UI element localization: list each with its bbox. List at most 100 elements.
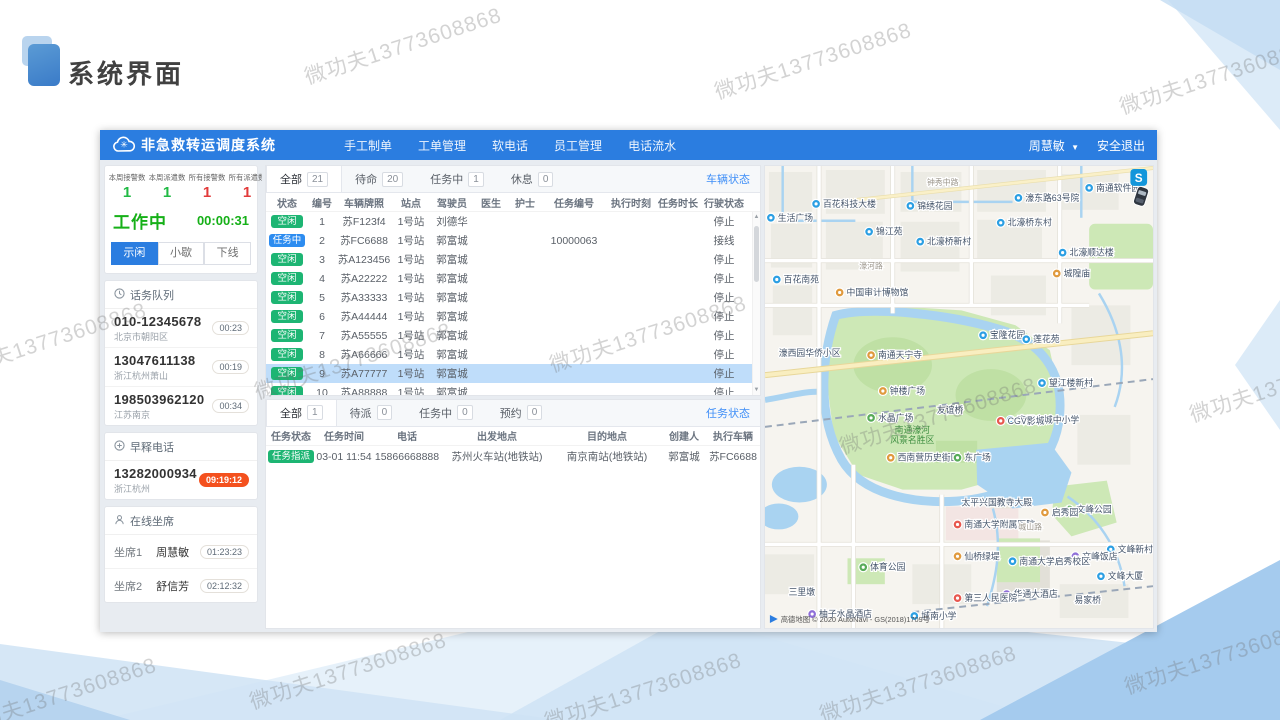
map-label: 太平兴国教寺大殿 [961, 496, 1032, 507]
tab-全部[interactable]: 全部21 [266, 166, 342, 192]
list-item[interactable]: 13047611138浙江杭州萧山00:19 [105, 348, 257, 387]
list-item[interactable]: 13282000934浙江杭州09:19:12 [105, 461, 257, 499]
menu-item-4[interactable]: 员工管理 [554, 137, 602, 154]
decoration-triangle [1160, 0, 1280, 70]
agent-row[interactable]: 坐席1周慧敏01:23:23 [105, 535, 257, 569]
cell-station: 1号站 [392, 214, 430, 229]
map-label: 文峰新村 [1118, 543, 1153, 554]
tab-待派[interactable]: 待派 0 [337, 400, 407, 426]
task-status-link[interactable]: 任务状态 [706, 405, 760, 421]
cell-driver: 刘德华 [430, 214, 474, 229]
tab-待命[interactable]: 待命20 [342, 166, 417, 192]
status-button-示闲[interactable]: 示闲 [111, 242, 158, 265]
tab-label: 待派 [350, 405, 372, 421]
cell-no: 5 [308, 292, 336, 304]
decoration-triangle [0, 625, 560, 720]
table-row[interactable]: 空闲6苏A444441号站郭富城停止 [266, 307, 760, 326]
scrollbar-thumb[interactable] [754, 226, 759, 282]
cell-plate: 苏A44444 [336, 309, 392, 324]
column-header: 任务状态 [266, 428, 316, 443]
list-item[interactable]: 198503962120江苏南京00:34 [105, 387, 257, 425]
cell-status: 空闲 [266, 367, 308, 381]
agent-name: 周慧敏 [156, 544, 189, 560]
tab-休息[interactable]: 休息0 [498, 166, 568, 192]
user-name: 周慧敏 [1029, 139, 1065, 153]
cell-driver: 郭富城 [430, 366, 474, 381]
cell-status: 空闲 [266, 291, 308, 305]
tab-任务中[interactable]: 任务中1 [417, 166, 498, 192]
cell-driver: 郭富城 [430, 252, 474, 267]
table-row[interactable]: 空闲10苏A888881号站郭富城停止 [266, 383, 760, 395]
stat-label: 所有接警数 [189, 172, 226, 182]
map-label: 宝隆花园 [990, 329, 1025, 340]
column-header: 创建人 [662, 428, 706, 443]
cell-station: 1号站 [392, 347, 430, 362]
column-header: 目的地点 [552, 428, 662, 443]
map-label: 濠东路63号院 [1025, 192, 1079, 203]
column-header: 状态 [266, 195, 308, 210]
table-row[interactable]: 空闲8苏A666661号站郭富城停止 [266, 345, 760, 364]
column-header: 电话 [372, 428, 442, 443]
cell-station: 1号站 [392, 328, 430, 343]
table-row[interactable]: 任务中2苏FC66881号站郭富城10000063接线 [266, 231, 760, 250]
status-button-下线[interactable]: 下线 [204, 242, 251, 265]
app-window: ✳ 非急救转运调度系统 手工制单工单管理软电话员工管理电话流水 周慧敏 ▼ 安全… [100, 130, 1157, 632]
scroll-down-arrow[interactable]: ▼ [753, 385, 760, 395]
menu-item-3[interactable]: 软电话 [492, 137, 528, 154]
call-queue-card: 话务队列 010-12345678北京市朝阳区00:2313047611138浙… [104, 280, 258, 426]
cell-driver: 郭富城 [430, 271, 474, 286]
watermark: 微功夫13773608868 [300, 0, 505, 91]
column-header: 医生 [474, 195, 508, 210]
menu-item-5[interactable]: 电话流水 [628, 137, 676, 154]
middle-column: 全部21待命20任务中1休息0车辆状态 状态编号车辆牌照站点驾驶员医生护士任务编… [262, 160, 764, 632]
table-row[interactable]: 空闲7苏A555551号站郭富城停止 [266, 326, 760, 345]
table-row[interactable]: 空闲3苏A1234561号站郭富城停止 [266, 250, 760, 269]
agent-row[interactable]: 坐席2舒信芳02:12:32 [105, 569, 257, 602]
tab-任务中[interactable]: 任务中0 [406, 400, 487, 426]
menu-item-1[interactable]: 手工制单 [344, 137, 392, 154]
cell-status: 空闲 [266, 329, 308, 343]
tab-全部[interactable]: 全部1 [266, 400, 337, 426]
cell-vehicle: 苏FC6688 [706, 449, 760, 464]
map-label: 钟秀中路 [927, 177, 959, 187]
scroll-up-arrow[interactable]: ▲ [753, 212, 760, 222]
table-row[interactable]: 空闲9苏A777771号站郭富城停止 [266, 364, 760, 383]
table-row[interactable]: 任务指派03-01 11:5415866668888苏州火车站(地铁站)南京南站… [266, 446, 760, 468]
logout-button[interactable]: 安全退出 [1097, 137, 1145, 154]
stat-label: 本周接警数 [109, 172, 146, 182]
user-menu[interactable]: 周慧敏 ▼ [1029, 137, 1079, 154]
map-label: 北濠顺达楼 [1070, 247, 1114, 258]
tab-count: 0 [377, 405, 393, 420]
map-label: 锦江苑 [876, 226, 903, 237]
title-icon [28, 44, 60, 86]
cell-drive: 停止 [700, 309, 748, 324]
early-release-card: 早释电话 13282000934浙江杭州09:19:12 [104, 432, 258, 500]
cell-plate: 苏A66666 [336, 347, 392, 362]
tab-预约[interactable]: 预约0 [487, 400, 557, 426]
stat: 本周派遣数1 [147, 172, 187, 201]
table-row[interactable]: 空闲5苏A333331号站郭富城停止 [266, 288, 760, 307]
map-label: 文峰大厦 [1108, 570, 1143, 581]
menu-item-2[interactable]: 工单管理 [418, 137, 466, 154]
map-label: 望江楼新村 [1049, 377, 1093, 388]
vertical-scrollbar[interactable]: ▲ ▼ [752, 212, 760, 395]
status-badge: 空闲 [271, 310, 303, 323]
column-header: 任务编号 [542, 195, 606, 210]
decoration-triangle [0, 680, 130, 720]
cell-plate: 苏A55555 [336, 328, 392, 343]
table-row[interactable]: 空闲1苏F123f41号站刘德华停止 [266, 212, 760, 231]
vehicle-status-link[interactable]: 车辆状态 [706, 171, 760, 187]
map-label: 钟楼广场 [890, 385, 925, 396]
tab-label: 待命 [355, 171, 377, 187]
tab-label: 全部 [280, 171, 302, 187]
table-row[interactable]: 空闲4苏A222221号站郭富城停止 [266, 269, 760, 288]
work-status: 工作中 [113, 208, 167, 233]
map[interactable]: 钟秀中路南通软件园濠东路63号院百花科技大楼锦绣花园生活广场北濠桥东村锦江苑北濠… [764, 165, 1154, 629]
map-label: CGV影城 [1008, 416, 1045, 426]
map-label: 启秀园 [1052, 506, 1079, 517]
list-item[interactable]: 010-12345678北京市朝阳区00:23 [105, 309, 257, 348]
cell-driver: 郭富城 [430, 385, 474, 395]
status-button-小歇[interactable]: 小歇 [158, 242, 205, 265]
task-status-badge: 任务指派 [268, 450, 314, 463]
agent-status-card: 本周接警数1本周派遣数1所有接警数1所有派遣数1 工作中 00:00:31 示闲… [104, 165, 258, 274]
